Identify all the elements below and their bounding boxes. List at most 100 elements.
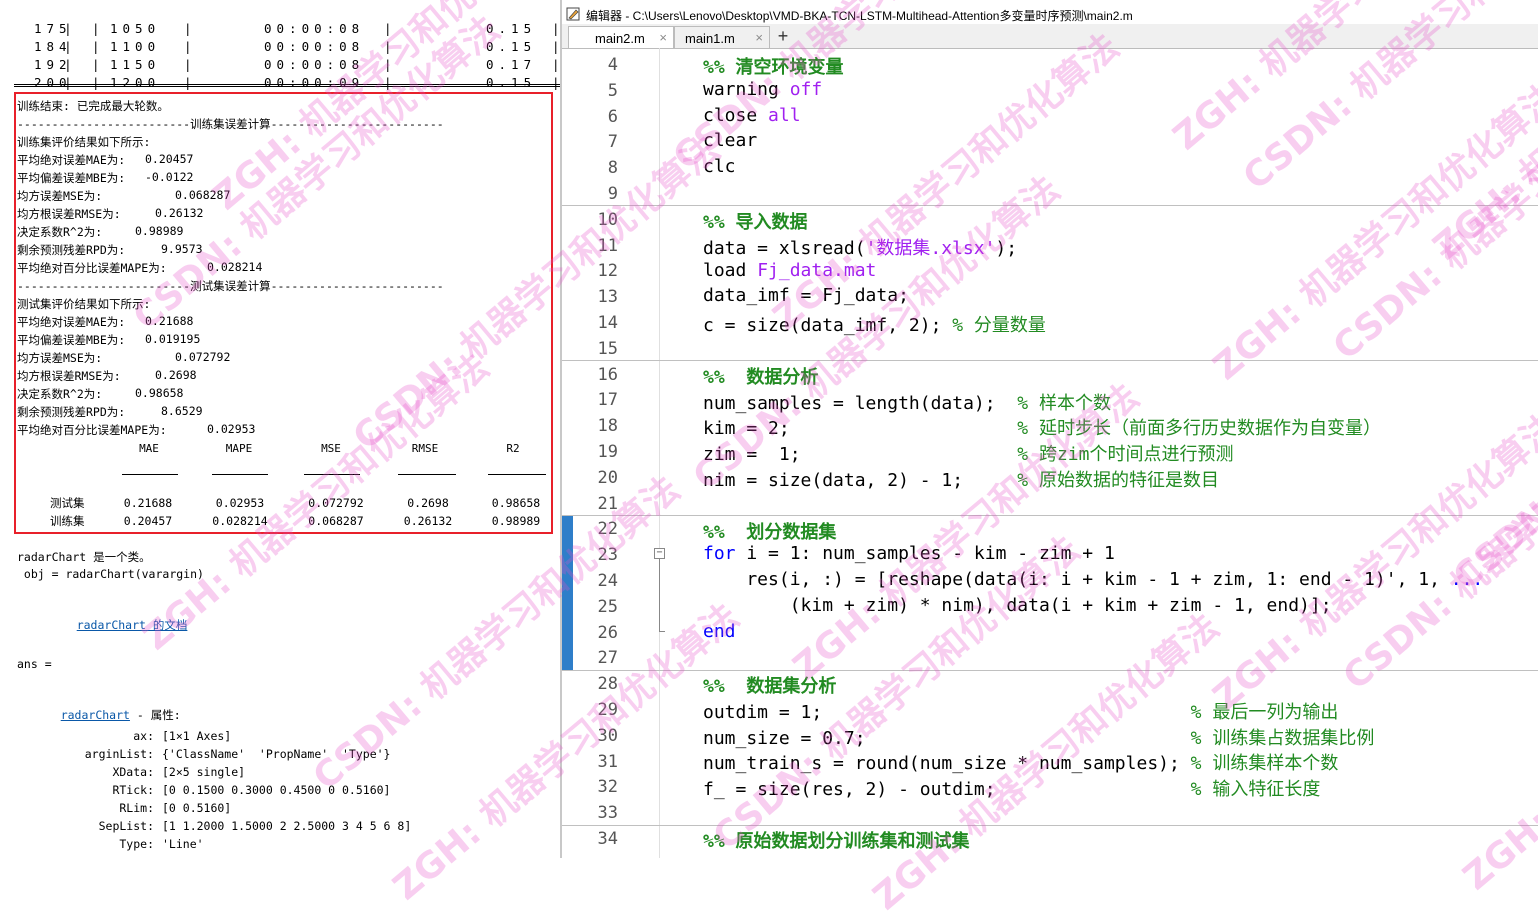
- line-number: 20: [597, 467, 618, 488]
- line-number: 14: [597, 313, 618, 333]
- column-header: MSE: [321, 442, 341, 455]
- tab-close-icon[interactable]: ×: [755, 30, 763, 45]
- code-line-17[interactable]: num_samples = length(data); % 样本个数: [703, 389, 1111, 415]
- doc-link[interactable]: radarChart: [77, 618, 146, 632]
- line-number: 15: [597, 338, 618, 359]
- line-number: 22: [597, 519, 618, 540]
- section-title: %% 清空环境变量: [703, 57, 844, 78]
- code-line-18[interactable]: kim = 2; % 延时步长（前面多行历史数据作为自变量）: [703, 414, 1381, 440]
- test-header: -------------------------测试集误差计算--------…: [17, 279, 444, 293]
- code-line-11[interactable]: data = xlsread('数据集.xlsx');: [703, 234, 1017, 260]
- editor-tabbar: main2.m × main1.m × +: [562, 24, 1538, 49]
- line-number: 17: [597, 390, 618, 411]
- line-number: 6: [607, 106, 618, 127]
- table-cell: 0.068287: [308, 514, 364, 528]
- metric-value: 8.6529: [161, 404, 203, 418]
- train-header: -------------------------训练集误差计算--------…: [17, 117, 444, 131]
- code-line-30[interactable]: num_size = 0.7; % 训练集占数据集比例: [703, 724, 1374, 750]
- code-line-34[interactable]: %% 原始数据划分训练集和测试集: [703, 827, 970, 853]
- editor-window[interactable]: 编辑器 - C:\Users\Lenovo\Desktop\VMD-BKA-TC…: [562, 0, 1538, 858]
- line-number: 34: [597, 829, 618, 849]
- metric-value: 9.9573: [161, 242, 203, 256]
- property-name: SepList:: [98, 819, 154, 833]
- code-area[interactable]: − 4 5 6 7 8 9 10 11 12 13 14 15 16 17 18 19 20 21 22 23 24 25…: [562, 48, 1538, 858]
- code-line-20[interactable]: nim = size(data, 2) - 1; % 原始数据的特征是数目: [703, 466, 1219, 492]
- metric-row: 剩余预测残差RPD为: 9.9573: [17, 242, 203, 258]
- add-tab-button[interactable]: +: [772, 26, 794, 48]
- code-line-8[interactable]: clc: [703, 156, 736, 177]
- table-cell: 0.98989: [491, 514, 541, 528]
- code-line-6[interactable]: close all: [703, 105, 801, 126]
- constructor-signature: obj = radarChart(varargin): [17, 567, 204, 581]
- code-line-14[interactable]: c = size(data_imf, 2); % 分量数量: [703, 311, 1046, 337]
- code-string: '数据集.xlsx': [865, 238, 996, 259]
- metric-label: 平均偏差误差MBE为:: [17, 171, 126, 185]
- code-arg: off: [789, 79, 823, 100]
- code-line-19[interactable]: zim = 1; % 跨zim个时间点进行预测: [703, 440, 1233, 466]
- class-description: radarChart 是一个类。: [17, 550, 151, 564]
- metric-label: 剩余预测残差RPD为:: [17, 243, 126, 257]
- line-number: 8: [607, 158, 618, 179]
- line-number: 10: [597, 209, 618, 230]
- code-comment: % 分量数量: [952, 315, 1046, 336]
- class-link[interactable]: radarChart: [61, 708, 130, 722]
- gutter-divider: [659, 48, 660, 858]
- code-line-4[interactable]: %% 清空环境变量: [703, 53, 844, 79]
- code-comment: % 样本个数: [1017, 393, 1111, 414]
- code-line-26[interactable]: end: [703, 621, 736, 642]
- doc-link-suffix[interactable]: 的文档: [146, 618, 188, 632]
- fold-toggle-icon[interactable]: −: [654, 548, 665, 559]
- code-line-5[interactable]: warning off: [703, 79, 822, 100]
- tab-close-icon[interactable]: ×: [659, 30, 667, 45]
- code-line-10[interactable]: %% 导入数据: [703, 208, 808, 234]
- metric-value: 0.019195: [145, 332, 201, 346]
- code-text: num_size = 0.7;: [703, 728, 1191, 749]
- code-text: res(i, :) = [reshape(data(i: i + kim - 1…: [703, 569, 1451, 590]
- line-number: 5: [607, 80, 618, 101]
- line-number: 25: [597, 596, 618, 617]
- metric-value: 0.068287: [175, 188, 231, 202]
- tab-main2[interactable]: main2.m ×: [568, 26, 674, 48]
- code-line-23[interactable]: for i = 1: num_samples - kim - zim + 1: [703, 543, 1115, 564]
- code-line-32[interactable]: f_ = size(res, 2) - outdim; % 输入特征长度: [703, 775, 1320, 801]
- code-arg: all: [768, 105, 801, 126]
- code-line-31[interactable]: num_train_s = round(num_size * num_sampl…: [703, 749, 1338, 775]
- cell-divider: [562, 360, 1538, 361]
- code-line-22[interactable]: %% 划分数据集: [703, 518, 836, 544]
- column-rule: [488, 474, 546, 475]
- property-name: Type:: [119, 837, 154, 851]
- tab-main1[interactable]: main1.m ×: [674, 26, 770, 48]
- command-window[interactable]: |175|1050|00:00:08|0.15| |184|1100|00:00…: [0, 0, 562, 858]
- line-number: 32: [597, 777, 618, 798]
- code-line-16[interactable]: %% 数据分析: [703, 363, 818, 389]
- code-line-13[interactable]: data_imf = Fj_data;: [703, 285, 909, 306]
- metric-label: 平均绝对百分比误差MAPE为:: [17, 261, 167, 275]
- cell-divider: [562, 205, 1538, 206]
- line-number: 33: [597, 803, 618, 824]
- code-text: i = 1: num_samples - kim - zim + 1: [735, 543, 1115, 564]
- row-label: 测试集: [50, 496, 85, 510]
- property-value: 'Line': [162, 837, 204, 851]
- table-cell: 0.98658: [491, 496, 541, 510]
- table-cell: 0.2698: [407, 496, 449, 510]
- metric-value: 0.98989: [135, 224, 184, 238]
- code-line-12[interactable]: load Fj_data.mat: [703, 260, 876, 281]
- column-rule: [398, 474, 456, 475]
- code-text: zim = 1;: [703, 444, 1018, 465]
- code-text: nim = size(data, 2) - 1;: [703, 470, 1018, 491]
- metric-row: 均方误差MSE为: 0.072792: [17, 350, 230, 366]
- train-end-message: 训练结束: 已完成最大轮数。: [17, 99, 169, 113]
- property-value: [1 1.2000 1.5000 2 2.5000 3 4 5 6 8]: [162, 819, 412, 833]
- test-intro: 测试集评价结果如下所示:: [17, 297, 151, 311]
- property-name: XData:: [112, 765, 154, 779]
- table-cell: 0.02953: [215, 496, 265, 510]
- code-line-24[interactable]: res(i, :) = [reshape(data(i: i + kim - 1…: [703, 569, 1483, 590]
- properties-suffix: - 属性:: [129, 708, 181, 722]
- line-number: 28: [597, 674, 618, 695]
- code-line-29[interactable]: outdim = 1; % 最后一列为输出: [703, 698, 1338, 724]
- line-number: 31: [597, 751, 618, 772]
- code-line-28[interactable]: %% 数据集分析: [703, 672, 836, 698]
- line-number: 29: [597, 700, 618, 720]
- code-line-7[interactable]: clear: [703, 130, 757, 151]
- code-line-25[interactable]: (kim + zim) * nim), data(i + kim + zim -…: [703, 595, 1332, 616]
